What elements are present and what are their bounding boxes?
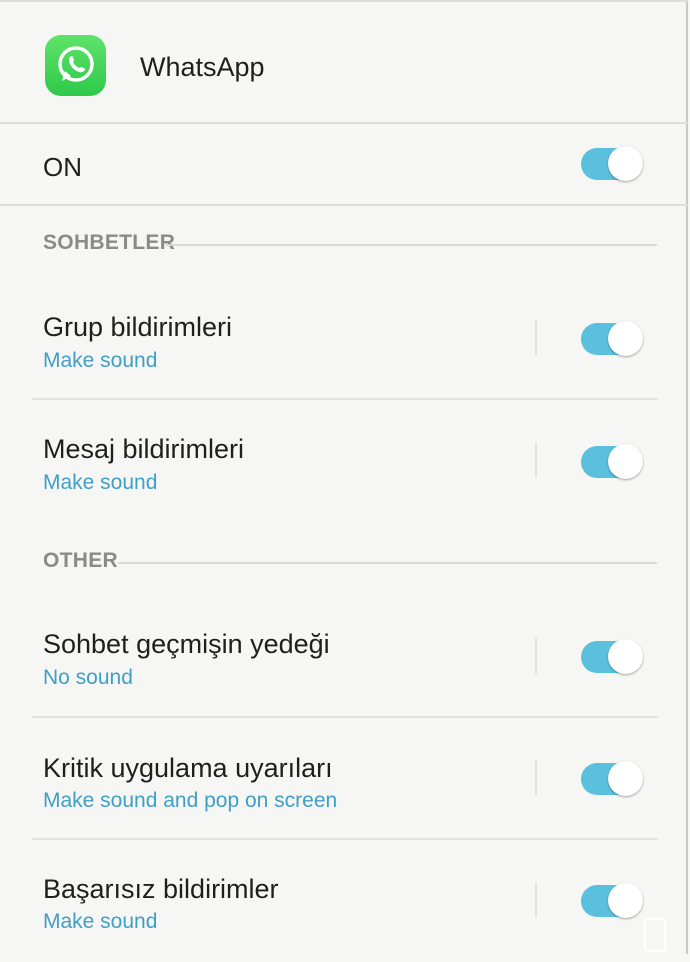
failed-notifications-toggle[interactable] <box>581 883 643 919</box>
critical-alerts-toggle[interactable] <box>581 761 643 797</box>
pref-row-message-notifications[interactable]: Mesaj bildirimleri Make sound <box>32 402 658 522</box>
section-title: SOHBETLER <box>43 231 176 254</box>
group-notifications-toggle[interactable] <box>581 321 643 357</box>
section-divider <box>118 562 657 564</box>
pref-title: Kritik uygulama uyarıları <box>43 753 333 783</box>
master-toggle-label: ON <box>43 152 82 182</box>
chat-backup-toggle[interactable] <box>581 639 643 675</box>
pref-subtitle: Make sound and pop on screen <box>43 789 338 812</box>
pref-title: Mesaj bildirimleri <box>43 434 245 464</box>
pref-subtitle: No sound <box>43 666 133 689</box>
app-name: WhatsApp <box>140 52 265 82</box>
pref-title: Başarısız bildirimler <box>43 874 279 904</box>
row-divider <box>535 760 537 796</box>
row-divider <box>535 320 537 356</box>
toggle-knob <box>608 761 643 796</box>
section-header-sohbetler: SOHBETLER <box>43 231 657 261</box>
pref-title: Grup bildirimleri <box>43 312 233 342</box>
notification-settings-screen: WhatsApp ON SOHBETLER Grup bildirimleri … <box>0 0 688 954</box>
app-header: WhatsApp <box>0 0 688 124</box>
section-title: OTHER <box>43 549 118 572</box>
pref-row-chat-backup[interactable]: Sohbet geçmişin yedeği No sound <box>32 598 658 718</box>
row-divider <box>535 882 537 918</box>
pref-row-critical-alerts[interactable]: Kritik uygulama uyarıları Make sound and… <box>32 720 658 840</box>
toggle-knob <box>608 883 643 918</box>
row-divider <box>535 442 537 478</box>
toggle-knob <box>608 146 643 181</box>
toggle-knob <box>608 321 643 356</box>
pref-row-failed-notifications[interactable]: Başarısız bildirimler Make sound <box>32 842 658 962</box>
message-notifications-toggle[interactable] <box>581 444 643 480</box>
toggle-knob <box>608 444 643 479</box>
section-header-other: OTHER <box>43 549 657 579</box>
toggle-knob <box>608 639 643 674</box>
pref-subtitle: Make sound <box>43 349 158 372</box>
pref-title: Sohbet geçmişin yedeği <box>43 629 330 659</box>
pref-row-group-notifications[interactable]: Grup bildirimleri Make sound <box>32 280 658 400</box>
row-divider <box>535 638 537 674</box>
pref-subtitle: Make sound <box>43 910 158 933</box>
master-toggle-switch[interactable] <box>581 146 643 182</box>
pref-subtitle: Make sound <box>43 471 158 494</box>
whatsapp-icon <box>45 35 106 96</box>
overlay-handle-icon <box>644 918 666 952</box>
section-divider <box>166 244 657 246</box>
master-toggle-row[interactable]: ON <box>0 124 688 206</box>
